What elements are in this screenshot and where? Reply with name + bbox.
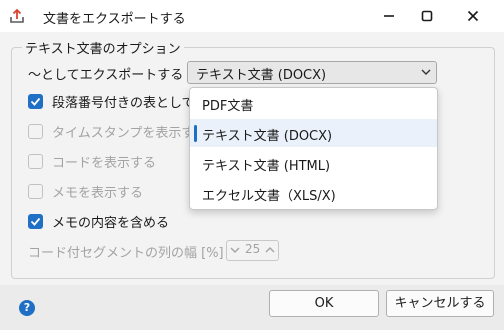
selection-indicator bbox=[194, 125, 197, 142]
chevron-down-icon[interactable] bbox=[230, 246, 240, 254]
export-as-label: 〜としてエクスポートする bbox=[28, 68, 184, 83]
show-timestamps-checkbox[interactable] bbox=[28, 124, 43, 139]
show-codes-checkbox[interactable] bbox=[28, 154, 43, 169]
show-memos-label: メモを表示する bbox=[52, 186, 144, 201]
ok-button[interactable]: OK bbox=[269, 290, 379, 317]
minimize-icon bbox=[384, 15, 394, 17]
show-timestamps-label: タイムスタンプを表示す bbox=[52, 126, 195, 141]
maximize-icon bbox=[421, 10, 433, 22]
close-icon bbox=[467, 10, 479, 22]
chevron-up-icon[interactable] bbox=[265, 246, 275, 254]
export-format-select[interactable]: テキスト文書 (DOCX) bbox=[187, 61, 437, 84]
column-width-value: 25 bbox=[245, 242, 261, 256]
help-icon[interactable]: ? bbox=[19, 300, 35, 316]
dropdown-option-label: テキスト文書 (DOCX) bbox=[202, 129, 333, 144]
close-button[interactable] bbox=[450, 0, 496, 32]
dropdown-option-excel[interactable]: エクセル文書（XLS/X) bbox=[190, 179, 437, 207]
window-title: 文書をエクスポートする bbox=[43, 12, 186, 27]
chevron-down-icon bbox=[421, 69, 431, 75]
dropdown-option-label: エクセル文書（XLS/X) bbox=[202, 189, 336, 204]
dropdown-option-docx[interactable]: テキスト文書 (DOCX) bbox=[190, 119, 437, 147]
maximize-button[interactable] bbox=[404, 0, 450, 32]
dropdown-option-pdf[interactable]: PDF文書 bbox=[190, 89, 437, 117]
include-memo-content-label: メモの内容を含める bbox=[52, 216, 170, 231]
export-format-dropdown: PDF文書 テキスト文書 (DOCX) テキスト文書 (HTML) エクセル文書… bbox=[189, 87, 438, 210]
checkmark-icon bbox=[30, 217, 41, 226]
dropdown-option-html[interactable]: テキスト文書 (HTML) bbox=[190, 149, 437, 177]
options-group-title: テキスト文書のオプション bbox=[22, 38, 184, 57]
checkmark-icon bbox=[30, 97, 41, 106]
show-codes-label: コードを表示する bbox=[52, 156, 157, 171]
table-paragraph-numbers-label: 段落番号付きの表として bbox=[52, 96, 195, 111]
column-width-stepper[interactable]: 25 bbox=[226, 240, 279, 261]
show-memos-checkbox[interactable] bbox=[28, 184, 43, 199]
export-icon bbox=[10, 8, 24, 23]
column-width-label: コード付セグメントの列の幅 [%] bbox=[28, 246, 224, 261]
dropdown-option-label: PDF文書 bbox=[202, 99, 254, 114]
cancel-button[interactable]: キャンセルする bbox=[386, 290, 494, 317]
table-paragraph-numbers-checkbox[interactable] bbox=[28, 94, 43, 109]
export-format-value: テキスト文書 (DOCX) bbox=[196, 68, 327, 83]
dropdown-option-label: テキスト文書 (HTML) bbox=[202, 159, 331, 174]
include-memo-content-checkbox[interactable] bbox=[28, 214, 43, 229]
title-bar: 文書をエクスポートする bbox=[0, 0, 504, 32]
